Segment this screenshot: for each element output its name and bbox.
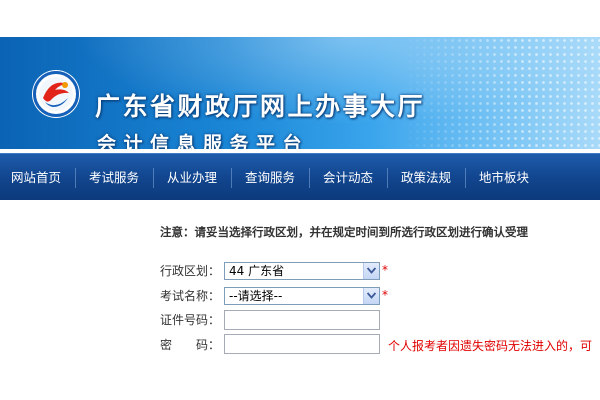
province-emblem-logo <box>32 70 80 118</box>
chevron-down-icon[interactable] <box>363 263 379 279</box>
region-label: 行政区划： <box>160 264 221 278</box>
nav-separator <box>387 168 388 188</box>
page-subtitle: 会计信息服务平台 <box>97 133 310 149</box>
required-mark: * <box>382 288 388 302</box>
region-select-value: 44 广东省 <box>229 264 285 278</box>
nav-separator <box>153 168 154 188</box>
nav-item-accounting-news[interactable]: 会计动态 <box>323 154 373 201</box>
region-select[interactable]: 44 广东省 <box>224 262 380 280</box>
nav-separator <box>465 168 466 188</box>
nav-item-query-services[interactable]: 查询服务 <box>245 154 295 201</box>
page-title: 广东省财政厅网上办事大厅 <box>95 92 426 121</box>
id-number-label: 证件号码： <box>160 313 221 327</box>
selection-notice: 注意：请妥当选择行政区划，并在规定时间到所选行政区划进行确认受理 <box>160 225 528 239</box>
password-warning: 个人报考者因遗失密码无法进入的，可 <box>388 339 593 353</box>
exam-label: 考试名称： <box>160 289 221 303</box>
password-label: 密 码： <box>160 338 221 352</box>
nav-item-home[interactable]: 网站首页 <box>11 154 61 201</box>
banner-dot-pattern <box>400 37 600 149</box>
nav-item-practice-handling[interactable]: 从业办理 <box>167 154 217 201</box>
nav-separator <box>309 168 310 188</box>
password-input[interactable] <box>224 334 380 354</box>
chevron-down-icon[interactable] <box>363 288 379 304</box>
main-nav: 网站首页 考试服务 从业办理 查询服务 会计动态 政策法规 地市板块 <box>0 153 600 200</box>
nav-item-policies[interactable]: 政策法规 <box>401 154 451 201</box>
nav-item-exam-services[interactable]: 考试服务 <box>89 154 139 201</box>
id-number-input[interactable] <box>224 310 380 330</box>
nav-separator <box>231 168 232 188</box>
nav-separator <box>75 168 76 188</box>
required-mark: * <box>382 263 388 277</box>
nav-item-city-sections[interactable]: 地市板块 <box>479 154 529 201</box>
exam-select-value: --请选择-- <box>229 289 283 303</box>
header-banner: 广东省财政厅网上办事大厅 会计信息服务平台 <box>0 37 600 149</box>
exam-select[interactable]: --请选择-- <box>224 287 380 305</box>
